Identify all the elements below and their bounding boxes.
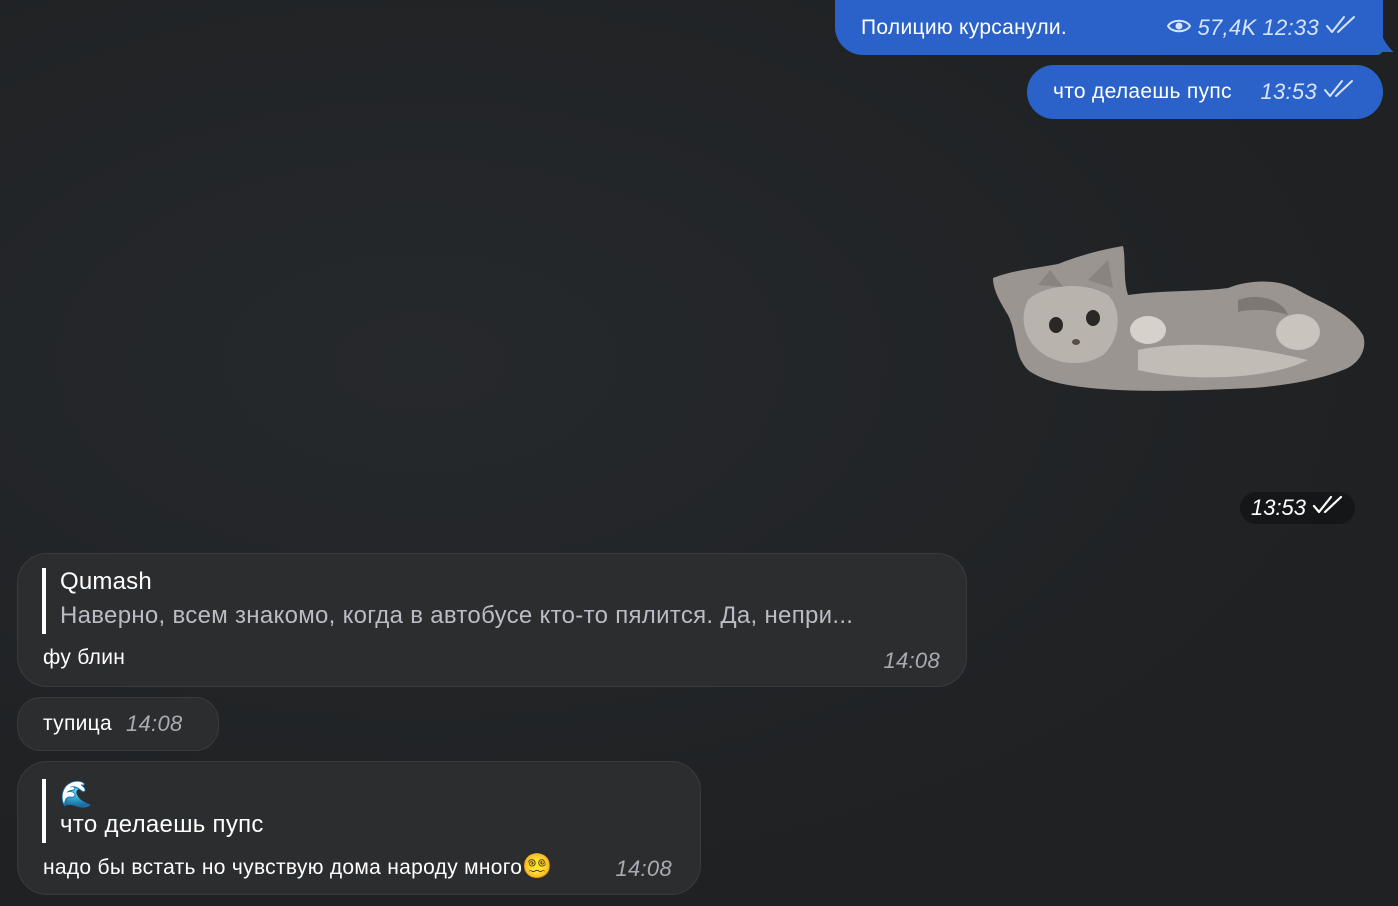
message-meta: 57,4K 12:33 <box>1167 15 1357 41</box>
double-check-icon <box>1312 495 1344 521</box>
reply-text: Наверно, всем знакомо, когда в автобусе … <box>60 602 854 629</box>
sticker-timestamp: 13:53 <box>1240 492 1355 524</box>
incoming-message[interactable]: 🌊 что делаешь пупс надо бы встать но чув… <box>17 761 701 895</box>
eye-icon <box>1167 15 1192 41</box>
message-time: 13:53 <box>1260 79 1317 104</box>
message-meta: 13:53 <box>1260 79 1355 105</box>
outgoing-message[interactable]: Полицию курсанули. 57,4K 12:33 <box>835 0 1383 55</box>
outgoing-message[interactable]: что делаешь пупс 13:53 <box>1027 65 1383 119</box>
reply-author: Qumash <box>60 568 152 595</box>
message-text: Полицию курсанули. <box>861 15 1068 39</box>
message-text: тупица <box>43 712 112 735</box>
reply-quote[interactable]: Qumash Наверно, всем знакомо, когда в ав… <box>42 568 853 634</box>
message-text: что делаешь пупс <box>1053 80 1232 103</box>
message-time: 14:08 <box>883 648 940 673</box>
message-time: 12:33 <box>1262 14 1319 40</box>
reply-text: что делаешь пупс <box>60 811 264 838</box>
dizzy-face-emoji-icon: 😵‍💫 <box>522 853 553 880</box>
double-check-icon <box>1323 79 1355 105</box>
message-text: фу блин <box>43 646 126 669</box>
message-body: надо бы встать но чувствую дома народу м… <box>43 856 523 879</box>
message-time: 14:08 <box>125 711 183 736</box>
view-count: 57,4K <box>1197 14 1257 40</box>
double-check-icon <box>1325 15 1357 41</box>
message-time: 13:53 <box>1250 495 1307 520</box>
wave-emoji-icon: 🌊 <box>60 779 93 809</box>
chat-area[interactable]: Полицию курсанули. 57,4K 12:33 что делае… <box>0 0 1398 906</box>
message-text: надо бы встать но чувствую дома народу м… <box>43 852 552 881</box>
reply-quote[interactable]: 🌊 что делаешь пупс <box>42 779 264 843</box>
bubble-tail <box>1370 22 1394 52</box>
incoming-message[interactable]: тупица 14:08 <box>17 697 219 751</box>
message-time: 14:08 <box>615 856 672 881</box>
incoming-message[interactable]: Qumash Наверно, всем знакомо, когда в ав… <box>17 553 967 687</box>
kitten-sticker[interactable] <box>988 240 1373 400</box>
